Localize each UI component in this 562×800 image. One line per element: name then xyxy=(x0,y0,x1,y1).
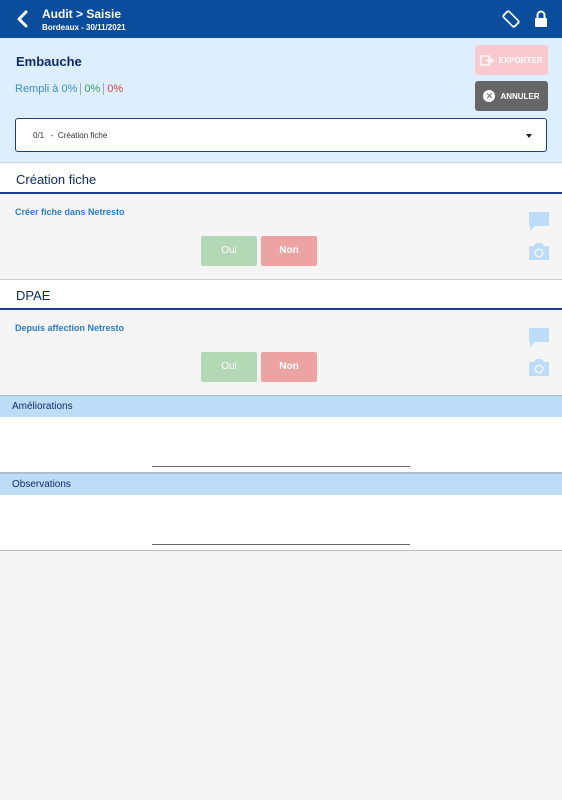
improvements-input[interactable] xyxy=(152,465,410,467)
lock-icon[interactable] xyxy=(534,10,548,28)
camera-icon[interactable] xyxy=(528,241,550,261)
camera-icon[interactable] xyxy=(528,357,550,377)
question-label: Depuis affection Netresto xyxy=(15,323,125,333)
section-header-dpae: DPAE xyxy=(0,280,562,310)
fill-percentage: Rempli à 0% xyxy=(15,83,82,95)
section-header-creation-fiche: Création fiche xyxy=(0,164,562,194)
no-button[interactable]: Non xyxy=(261,236,317,266)
question-label: Créer fiche dans Netresto xyxy=(15,207,125,217)
yes-button[interactable]: Oui xyxy=(201,352,257,382)
observations-label: Observations xyxy=(12,479,71,490)
section-dropdown-value: 0/1 - Création fiche xyxy=(33,131,108,140)
chevron-left-icon[interactable] xyxy=(14,10,32,28)
cancel-label: ANNULER xyxy=(500,91,540,101)
improvements-header: Améliorations xyxy=(0,395,562,417)
fill-ok-percentage: 0% xyxy=(81,83,105,95)
export-label: EXPORTER xyxy=(498,55,543,65)
export-button[interactable]: EXPORTER xyxy=(475,45,548,75)
cancel-button[interactable]: ✕ ANNULER xyxy=(475,81,548,111)
export-icon xyxy=(480,54,495,66)
close-icon: ✕ xyxy=(483,90,496,102)
no-button[interactable]: Non xyxy=(261,352,317,382)
section-title: Création fiche xyxy=(16,172,97,187)
top-app-bar: Audit > Saisie Bordeaux - 30/11/2021 xyxy=(0,0,562,38)
page-subtitle: Bordeaux - 30/11/2021 xyxy=(42,23,126,32)
observations-header: Observations xyxy=(0,473,562,495)
question-item: Créer fiche dans Netresto Oui Non xyxy=(0,196,562,280)
observations-area xyxy=(0,495,562,551)
fill-progress: Rempli à 0% 0% 0% xyxy=(15,83,123,95)
comment-icon[interactable] xyxy=(528,327,550,349)
comment-icon[interactable] xyxy=(528,211,550,233)
section-title: DPAE xyxy=(16,288,51,303)
page-title: Audit > Saisie xyxy=(42,7,122,21)
yes-button[interactable]: Oui xyxy=(201,236,257,266)
improvements-area xyxy=(0,417,562,473)
observations-input[interactable] xyxy=(152,543,410,545)
question-item: Depuis affection Netresto Oui Non xyxy=(0,312,562,396)
section-dropdown[interactable]: 0/1 - Création fiche xyxy=(15,118,547,152)
fill-ko-percentage: 0% xyxy=(107,83,124,95)
screen-rotation-icon[interactable] xyxy=(502,10,520,28)
form-title: Embauche xyxy=(16,54,82,69)
improvements-label: Améliorations xyxy=(12,401,73,412)
chevron-down-icon xyxy=(526,134,532,138)
audit-header-panel: Embauche Rempli à 0% 0% 0% EXPORTER ✕ ANNU… xyxy=(0,38,562,163)
